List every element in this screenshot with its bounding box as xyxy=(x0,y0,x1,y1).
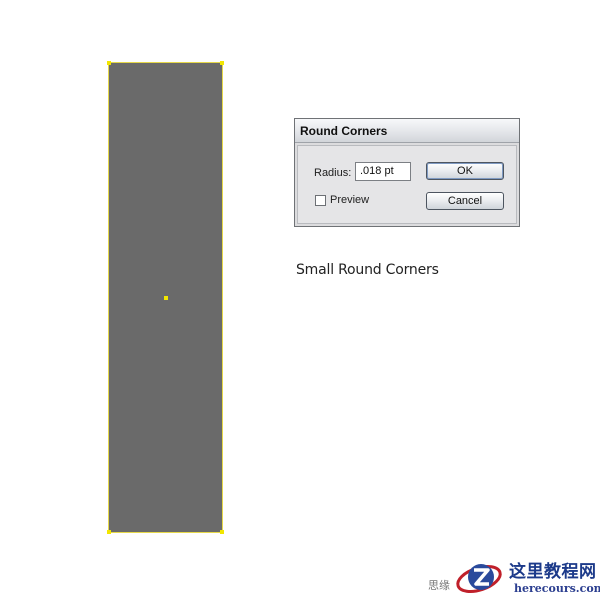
z-swirl-logo-icon xyxy=(456,564,502,593)
dialog-body: Radius: .018 pt Preview OK Cancel xyxy=(297,145,517,224)
dialog-title[interactable]: Round Corners xyxy=(295,119,519,143)
round-corners-dialog: Round Corners Radius: .018 pt Preview OK… xyxy=(294,118,520,227)
anchor-point-bottom-left[interactable] xyxy=(107,530,111,534)
cancel-button[interactable]: Cancel xyxy=(426,192,504,210)
watermark-title: 这里教程网 xyxy=(509,562,597,582)
center-point xyxy=(164,296,168,300)
radius-label: Radius: xyxy=(314,167,352,179)
watermark-url: herecours.com xyxy=(514,582,600,595)
anchor-point-top-right[interactable] xyxy=(220,61,224,65)
caption-text: Small Round Corners xyxy=(296,262,439,278)
watermark-small-text: 思缘 xyxy=(428,579,450,592)
preview-label[interactable]: Preview xyxy=(330,194,369,206)
preview-checkbox[interactable] xyxy=(315,195,326,206)
radius-input[interactable]: .018 pt xyxy=(355,162,411,181)
anchor-point-top-left[interactable] xyxy=(107,61,111,65)
anchor-point-bottom-right[interactable] xyxy=(220,530,224,534)
ok-button[interactable]: OK xyxy=(426,162,504,180)
